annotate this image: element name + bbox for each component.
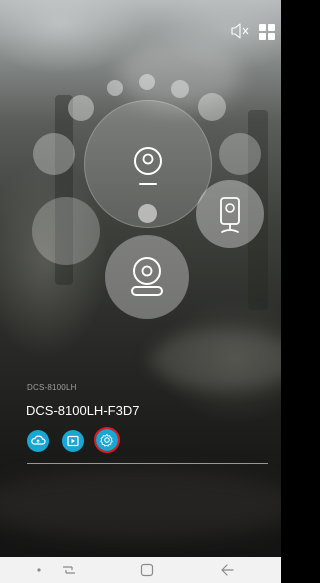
gear-icon: [100, 434, 113, 447]
camera-bubble-medium[interactable]: [33, 133, 75, 175]
playback-icon: [67, 435, 79, 447]
camera-bubble-small[interactable]: [107, 80, 123, 96]
camera-bubble-medium[interactable]: [196, 180, 264, 248]
camera-bubble-active[interactable]: [105, 235, 189, 319]
camera-bubble-medium[interactable]: [32, 197, 100, 265]
background-floor-blur: [0, 470, 281, 540]
settings-button[interactable]: [96, 429, 118, 451]
camera-screen: DCS-8100LH DCS-8100LH-F3D7: [0, 0, 281, 557]
device-model-label: DCS-8100LH: [27, 383, 77, 392]
cloud-icon: [31, 435, 46, 445]
speaker-muted-icon[interactable]: [230, 22, 250, 40]
divider: [27, 463, 268, 464]
camera-bubble-medium[interactable]: [219, 133, 261, 175]
camera-bubble-small[interactable]: [139, 74, 155, 90]
background-sofa-blur: [150, 330, 281, 390]
dot-icon: [37, 568, 41, 572]
cloud-button[interactable]: [27, 430, 49, 452]
camera-dome-icon: [131, 257, 163, 296]
playback-button[interactable]: [62, 430, 84, 452]
home-icon[interactable]: [139, 557, 155, 583]
device-name: DCS-8100LH-F3D7: [26, 403, 140, 418]
grid-view-icon[interactable]: [259, 24, 275, 40]
system-navbar: [0, 557, 281, 583]
camera-bubble-dot[interactable]: [138, 204, 157, 223]
camera-bubble-small[interactable]: [171, 80, 189, 98]
back-icon[interactable]: [219, 557, 235, 583]
recent-apps-icon[interactable]: [60, 557, 78, 583]
camera-mini-icon: [220, 197, 240, 233]
